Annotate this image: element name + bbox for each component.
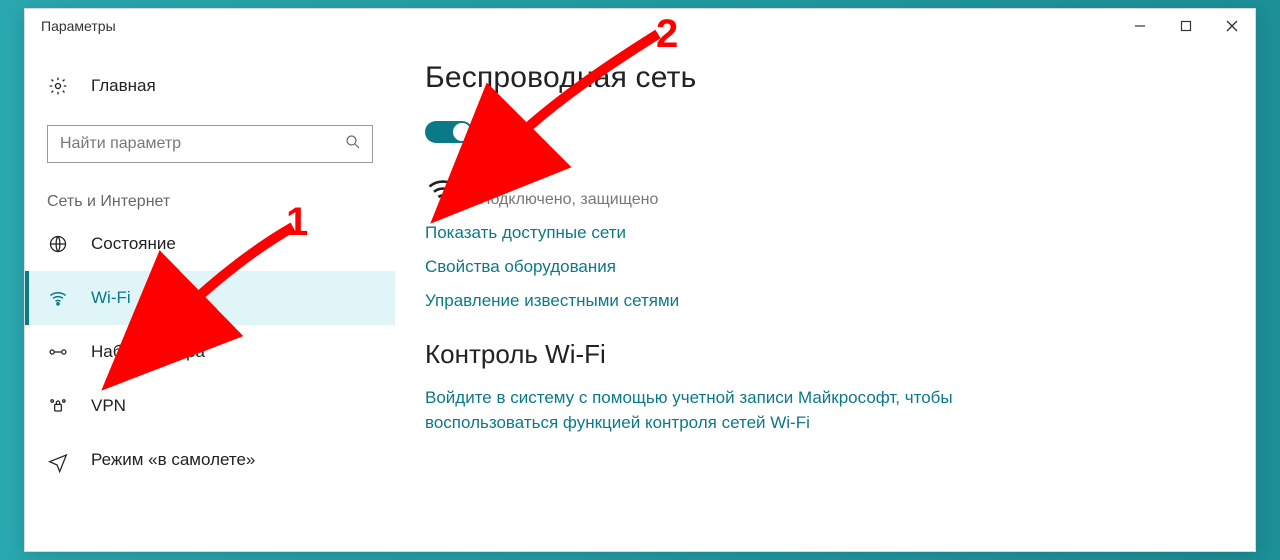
wifi-status: Подключено, защищено <box>479 191 658 209</box>
sidebar-item-label: Режим «в самолете» <box>91 450 255 470</box>
section-label: Сеть и Интернет <box>25 185 395 217</box>
dialup-icon <box>47 341 69 363</box>
sidebar-item-airplane[interactable]: Режим «в самолете» <box>25 433 395 487</box>
home-label: Главная <box>91 76 156 96</box>
link-manage-known-networks[interactable]: Управление известными сетями <box>425 291 1225 311</box>
window-controls <box>1117 9 1255 43</box>
link-signin-microsoft[interactable]: Войдите в систему с помощью учетной запи… <box>425 386 1065 435</box>
wifi-sense-heading: Контроль Wi-Fi <box>425 339 1225 370</box>
sidebar-item-label: Набор номера <box>91 342 205 362</box>
sidebar-item-label: VPN <box>91 396 126 416</box>
wifi-connected-icon <box>425 173 461 209</box>
sidebar-item-wifi[interactable]: Wi-Fi <box>25 271 395 325</box>
wifi-ssid: Ku-Ku <box>479 171 658 191</box>
gear-icon <box>47 75 69 97</box>
wifi-toggle-label: Вкл. <box>489 122 523 142</box>
page-title: Беспроводная сеть <box>425 61 1225 95</box>
settings-window: Параметры <box>24 8 1256 552</box>
window-title: Параметры <box>41 18 116 34</box>
airplane-icon <box>47 449 69 471</box>
content-area: Беспроводная сеть Вкл. Ku-Ku Подключено,… <box>395 43 1255 551</box>
search-placeholder: Найти параметр <box>60 135 181 153</box>
titlebar: Параметры <box>25 9 1255 43</box>
vpn-icon <box>47 395 69 417</box>
link-device-properties[interactable]: Свойства оборудования <box>425 257 1225 277</box>
wifi-icon <box>47 287 69 309</box>
current-network[interactable]: Ku-Ku Подключено, защищено <box>425 171 1225 209</box>
sidebar: Главная Найти параметр Сеть и Интернет С… <box>25 43 395 551</box>
maximize-button[interactable] <box>1163 9 1209 43</box>
search-icon <box>344 133 362 156</box>
sidebar-item-label: Состояние <box>91 234 176 254</box>
sidebar-item-vpn[interactable]: VPN <box>25 379 395 433</box>
close-button[interactable] <box>1209 9 1255 43</box>
minimize-button[interactable] <box>1117 9 1163 43</box>
home-link[interactable]: Главная <box>25 63 395 109</box>
link-available-networks[interactable]: Показать доступные сети <box>425 223 1225 243</box>
search-input[interactable]: Найти параметр <box>47 125 373 163</box>
sidebar-item-status[interactable]: Состояние <box>25 217 395 271</box>
sidebar-item-label: Wi-Fi <box>91 288 131 308</box>
globe-icon <box>47 233 69 255</box>
wifi-toggle[interactable] <box>425 121 473 143</box>
sidebar-item-dialup[interactable]: Набор номера <box>25 325 395 379</box>
